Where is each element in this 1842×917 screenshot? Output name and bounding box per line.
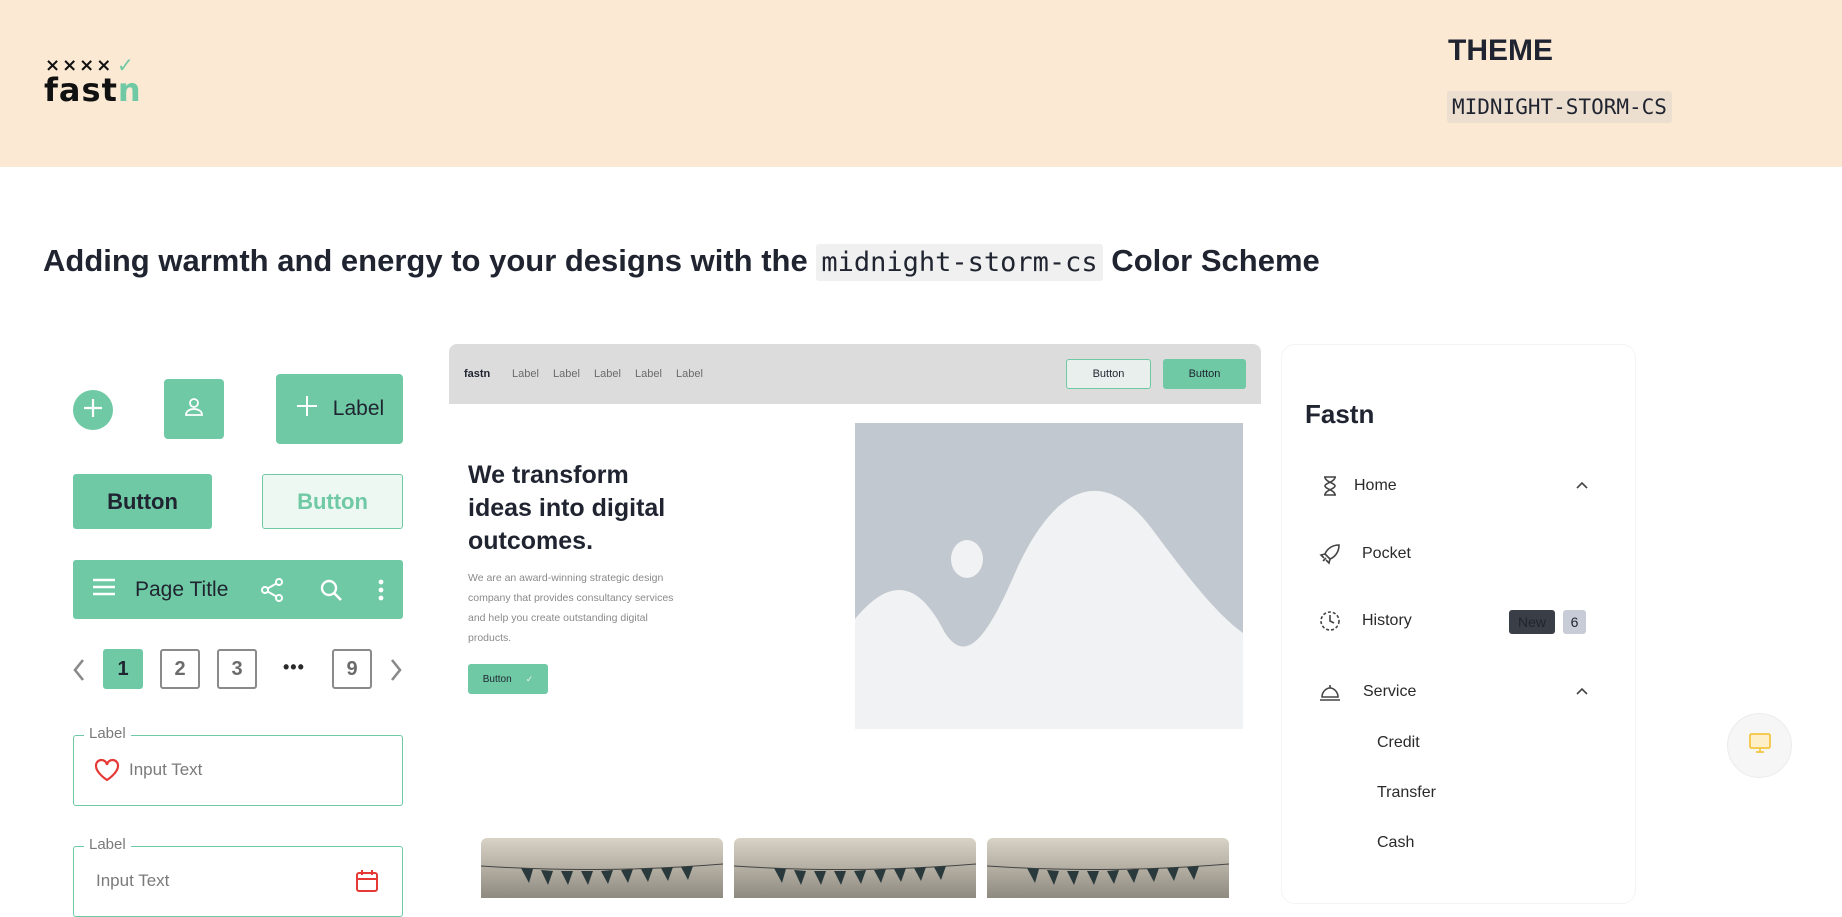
chevron-up-icon[interactable]	[1575, 683, 1589, 701]
sidebar-item-label: History	[1362, 612, 1412, 629]
search-icon[interactable]	[319, 578, 343, 602]
gallery-photo[interactable]	[734, 838, 976, 898]
preview-filled-button[interactable]: Button	[1163, 359, 1246, 389]
chevron-left-icon[interactable]	[72, 658, 86, 687]
menu-icon[interactable]	[91, 576, 117, 603]
sidebar-title: Fastn	[1305, 399, 1375, 429]
sidebar-subitem-credit[interactable]: Credit	[1377, 734, 1420, 752]
gallery-photo[interactable]	[481, 838, 723, 898]
theme-title: THEME	[1448, 34, 1553, 67]
page-1-button[interactable]: 1	[103, 649, 143, 689]
theme-header: ×××× ✓ fastn THEME MIDNIGHT-STORM-CS	[0, 0, 1842, 167]
plus-icon	[81, 396, 105, 425]
page-app-bar: Page Title	[73, 560, 403, 619]
theme-preview-toggle-button[interactable]	[1727, 713, 1792, 778]
website-preview: fastn Label Label Label Label Label Butt…	[449, 344, 1261, 887]
sidebar-item-label: Pocket	[1362, 545, 1411, 562]
preview-nav-link[interactable]: Label	[553, 368, 580, 380]
hourglass-icon	[1319, 475, 1341, 497]
hero-heading: We transform ideas into digital outcomes…	[468, 461, 666, 555]
sidebar-item-service[interactable]: Service	[1282, 671, 1637, 711]
add-fab-button[interactable]	[73, 390, 113, 430]
rocket-icon	[1319, 543, 1341, 565]
gallery-photo[interactable]	[987, 838, 1229, 898]
image-placeholder-icon	[855, 423, 1243, 729]
hero-button-label: Button	[482, 673, 512, 685]
check-icon: ✓	[525, 673, 534, 684]
pagination-ellipsis: •••	[283, 657, 305, 677]
chevron-up-icon[interactable]	[1575, 477, 1589, 495]
sidebar-item-pocket[interactable]: Pocket	[1282, 533, 1637, 573]
preview-brand[interactable]: fastn	[464, 368, 490, 380]
app-bar-title: Page Title	[135, 577, 229, 601]
sidebar-item-label: Home	[1354, 477, 1397, 494]
scheme-code: midnight-storm-cs	[816, 244, 1103, 281]
primary-button[interactable]: Button	[73, 474, 212, 529]
input-field-calendar[interactable]: Label Input Text	[73, 836, 403, 917]
input-value: Input Text	[96, 871, 170, 890]
page-2-button[interactable]: 2	[160, 649, 200, 689]
preview-nav-link[interactable]: Label	[676, 368, 703, 380]
sidebar-item-history[interactable]: History New 6	[1282, 600, 1637, 640]
preview-nav-bar: fastn Label Label Label Label Label Butt…	[449, 344, 1261, 404]
user-icon-button[interactable]	[164, 379, 224, 439]
input-label: Label	[84, 836, 131, 853]
user-icon	[182, 395, 206, 424]
theme-name-code: MIDNIGHT-STORM-CS	[1447, 91, 1672, 123]
add-label-button[interactable]: Label	[276, 374, 403, 444]
input-field-heart[interactable]: Label Input Text	[73, 725, 403, 806]
sidebar-item-label: Service	[1363, 683, 1417, 700]
monitor-icon	[1748, 732, 1772, 759]
preview-outline-button[interactable]: Button	[1066, 359, 1151, 389]
plus-icon	[295, 394, 319, 424]
input-value: Input Text	[129, 760, 203, 779]
preview-nav-link[interactable]: Label	[512, 368, 539, 380]
input-label: Label	[84, 725, 131, 742]
fastn-logo[interactable]: ×××× ✓ fastn	[44, 55, 142, 109]
preview-nav-link[interactable]: Label	[635, 368, 662, 380]
sidebar-subitem-cash[interactable]: Cash	[1377, 834, 1414, 852]
new-badge: New	[1509, 610, 1555, 634]
preview-nav-link[interactable]: Label	[594, 368, 621, 380]
logo-wordmark: fastn	[44, 71, 142, 109]
heart-icon	[94, 758, 120, 787]
chevron-right-icon[interactable]	[389, 658, 403, 687]
secondary-button[interactable]: Button	[262, 474, 403, 529]
label-button-text: Label	[332, 397, 385, 420]
more-vertical-icon[interactable]	[377, 578, 385, 602]
count-badge: 6	[1563, 610, 1586, 634]
page-3-button[interactable]: 3	[217, 649, 257, 689]
hero-button[interactable]: Button ✓	[468, 664, 548, 694]
sidebar-subitem-transfer[interactable]: Transfer	[1377, 784, 1436, 802]
hero-paragraph: We are an award-winning strategic design…	[468, 572, 674, 644]
clock-icon	[1319, 610, 1341, 632]
calendar-icon[interactable]	[355, 869, 379, 898]
service-bell-icon	[1319, 681, 1341, 703]
pagination: 1 2 3 ••• 9	[70, 649, 406, 691]
page-headline: Adding warmth and energy to your designs…	[43, 243, 1320, 281]
sidebar-item-home[interactable]: Home	[1282, 465, 1637, 505]
share-icon[interactable]	[259, 577, 285, 603]
sidebar-nav: Fastn Home Pocket History New 6 Service …	[1281, 344, 1636, 904]
page-9-button[interactable]: 9	[332, 649, 372, 689]
